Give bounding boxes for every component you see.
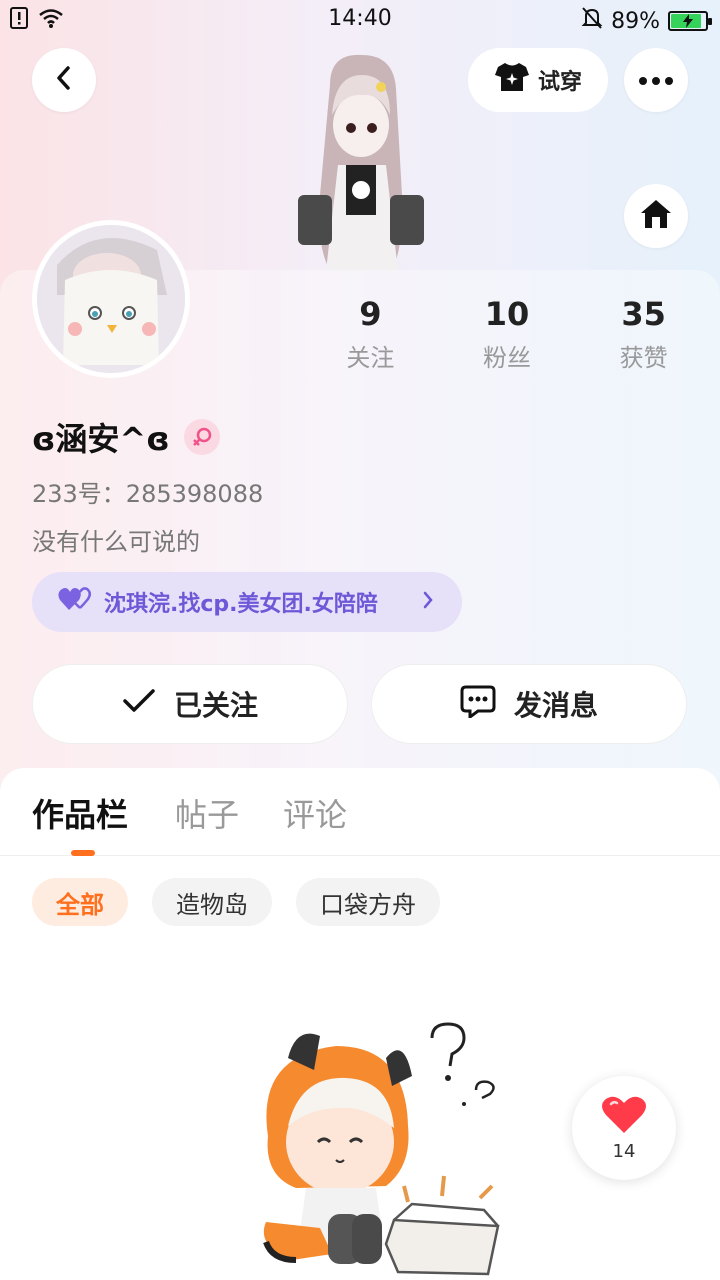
send-message-label: 发消息: [513, 689, 598, 722]
stat-following-count: 9: [359, 295, 382, 333]
filter-chip-creation-island[interactable]: 造物岛: [152, 878, 272, 926]
active-tab-indicator: [71, 850, 95, 856]
home-button[interactable]: [624, 184, 688, 248]
stat-likes-label: 获赞: [619, 344, 668, 372]
following-label: 已关注: [173, 689, 258, 722]
stat-following[interactable]: 9 关注: [302, 292, 439, 382]
stat-followers-count: 10: [484, 295, 530, 333]
stat-likes-count: 35: [621, 295, 666, 333]
heart-icon: [601, 1095, 647, 1139]
female-gender-icon: [183, 419, 220, 455]
user-avatar[interactable]: [32, 220, 190, 378]
status-bar: 14:40 89%: [0, 0, 720, 40]
filter-chip-pocket-ark[interactable]: 口袋方舟: [296, 878, 440, 926]
club-tag-button[interactable]: 沈琪浣.找cp.美女团.女陪陪: [32, 572, 462, 632]
profile-stats: 9 关注 10 粉丝 35 获赞: [302, 292, 712, 382]
user-id: 233号：285398088: [32, 480, 264, 508]
club-tag-label: 沈琪浣.找cp.美女团.女陪陪: [104, 592, 378, 617]
stat-followers-label: 粉丝: [483, 344, 531, 372]
battery-icon: [668, 11, 712, 31]
tab-comments[interactable]: 评论: [283, 790, 347, 836]
like-count: 14: [612, 1140, 636, 1162]
battery-percent: 89%: [611, 8, 660, 34]
checkmark-icon: [122, 688, 156, 721]
tshirt-icon: [494, 61, 530, 99]
house-icon: [639, 198, 673, 234]
more-dots-icon: [638, 71, 674, 90]
empty-state-illustration: [236, 1016, 516, 1280]
content-tabs: 作品栏 帖子 评论: [0, 768, 720, 856]
stat-likes[interactable]: 35 获赞: [575, 292, 712, 382]
double-heart-icon: [58, 586, 92, 618]
following-button[interactable]: 已关注: [32, 664, 348, 744]
filter-chip-all[interactable]: 全部: [32, 878, 128, 926]
user-bio: 没有什么可说的: [32, 528, 200, 556]
username-row: ɞ涵安^ɞ: [32, 414, 220, 460]
send-message-button[interactable]: 发消息: [371, 664, 687, 744]
more-options-button[interactable]: [624, 48, 688, 112]
chat-bubble-icon: [460, 684, 496, 725]
try-on-button[interactable]: 试穿: [468, 48, 608, 112]
try-on-label: 试穿: [537, 70, 582, 95]
filter-chips: 全部 造物岛 口袋方舟: [32, 878, 440, 926]
like-floating-button[interactable]: 14: [572, 1076, 676, 1180]
avatar-image: [37, 225, 185, 373]
content-section: 作品栏 帖子 评论 全部 造物岛 口袋方舟: [0, 768, 720, 1280]
avatar-3d-character[interactable]: [290, 45, 430, 275]
chevron-right-icon: [422, 590, 434, 615]
username: ɞ涵安^ɞ: [32, 420, 170, 458]
tab-posts[interactable]: 帖子: [175, 790, 239, 836]
bell-muted-icon: [581, 6, 603, 36]
back-button[interactable]: [32, 48, 96, 112]
stat-followers[interactable]: 10 粉丝: [439, 292, 576, 382]
stat-following-label: 关注: [346, 344, 395, 372]
tab-works[interactable]: 作品栏: [32, 790, 128, 836]
chevron-left-icon: [54, 64, 74, 96]
